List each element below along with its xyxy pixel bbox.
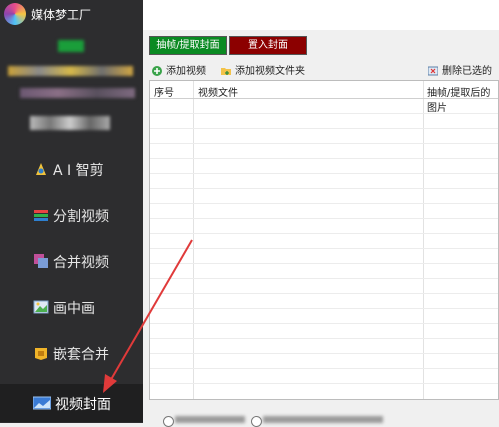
row-line <box>150 248 498 249</box>
nav-picture-in-picture[interactable]: 画中画 <box>0 288 143 326</box>
row-line <box>150 218 498 219</box>
app-title: 媒体梦工厂 <box>31 8 92 22</box>
option-radio-2[interactable] <box>251 416 262 427</box>
nav-video-cover[interactable]: 视频封面 <box>0 384 143 422</box>
account-badge <box>58 40 84 52</box>
nav-nested-merge[interactable]: 嵌套合并 <box>0 334 143 372</box>
row-line <box>150 263 498 264</box>
account-name <box>8 66 133 76</box>
row-line <box>150 173 498 174</box>
row-line <box>150 323 498 324</box>
row-line <box>150 338 498 339</box>
option-radio-1[interactable] <box>163 416 174 427</box>
add-video-label: 添加视频 <box>166 66 206 77</box>
nav-split-video-label: 分割视频 <box>53 209 109 225</box>
row-line <box>150 128 498 129</box>
insert-cover-button[interactable]: 置入封面 <box>229 36 307 55</box>
app-header: 媒体梦工厂 <box>0 0 143 28</box>
row-line <box>150 278 498 279</box>
picture-in-picture-icon <box>33 299 49 315</box>
delete-extracted-button[interactable]: 删除已选的视 <box>427 62 499 92</box>
extract-cover-button[interactable]: 抽帧/提取封面 <box>149 36 227 55</box>
nav-split-video[interactable]: 分割视频 <box>0 196 143 234</box>
main-panel: 抽帧/提取封面 置入封面 添加视频 添加视频文件夹 删除已选的视 序号 视频文件… <box>143 0 499 427</box>
row-line <box>150 113 498 114</box>
col-header-video-file: 视频文件 <box>198 88 238 99</box>
merge-video-icon <box>33 253 49 269</box>
nav-picture-in-picture-label: 画中画 <box>53 301 95 317</box>
row-line <box>150 158 498 159</box>
blurred-option-1 <box>175 416 245 423</box>
nav-merge-video-label: 合并视频 <box>53 255 109 271</box>
row-line <box>150 368 498 369</box>
row-line <box>150 233 498 234</box>
video-cover-icon <box>32 395 52 411</box>
video-table[interactable]: 序号 视频文件 抽帧/提取后的图片 <box>149 80 499 400</box>
delete-image-icon <box>427 66 439 76</box>
account-info <box>20 88 135 98</box>
blurred-option-2 <box>263 416 383 423</box>
add-folder-icon <box>221 66 231 76</box>
add-folder-label: 添加视频文件夹 <box>235 66 305 77</box>
sidebar: 媒体梦工厂 A I 智剪 分割视频 合并视频 画中画 嵌套合并 视频封面 <box>0 0 143 423</box>
split-video-icon <box>33 207 49 223</box>
col-header-extracted-image: 抽帧/提取后的图片 <box>427 88 491 114</box>
nav-merge-video[interactable]: 合并视频 <box>0 242 143 280</box>
nested-merge-icon <box>33 345 49 361</box>
row-line <box>150 203 498 204</box>
row-line <box>150 353 498 354</box>
nav-ai-clip[interactable]: A I 智剪 <box>0 150 143 188</box>
row-line <box>150 293 498 294</box>
add-video-button[interactable]: 添加视频 <box>152 62 206 77</box>
add-icon <box>152 66 162 76</box>
col-header-index: 序号 <box>154 88 174 99</box>
header-divider <box>150 98 498 99</box>
ai-clip-icon <box>33 161 49 177</box>
row-line <box>150 143 498 144</box>
top-band <box>143 0 499 30</box>
add-folder-button[interactable]: 添加视频文件夹 <box>221 62 305 77</box>
row-line <box>150 188 498 189</box>
nav-video-cover-label: 视频封面 <box>55 397 111 413</box>
row-line <box>150 383 498 384</box>
nav-ai-clip-label: A I 智剪 <box>53 163 104 179</box>
app-logo-icon <box>4 3 26 25</box>
row-line <box>150 308 498 309</box>
nav-nested-merge-label: 嵌套合并 <box>53 347 109 363</box>
account-extra <box>30 116 110 130</box>
